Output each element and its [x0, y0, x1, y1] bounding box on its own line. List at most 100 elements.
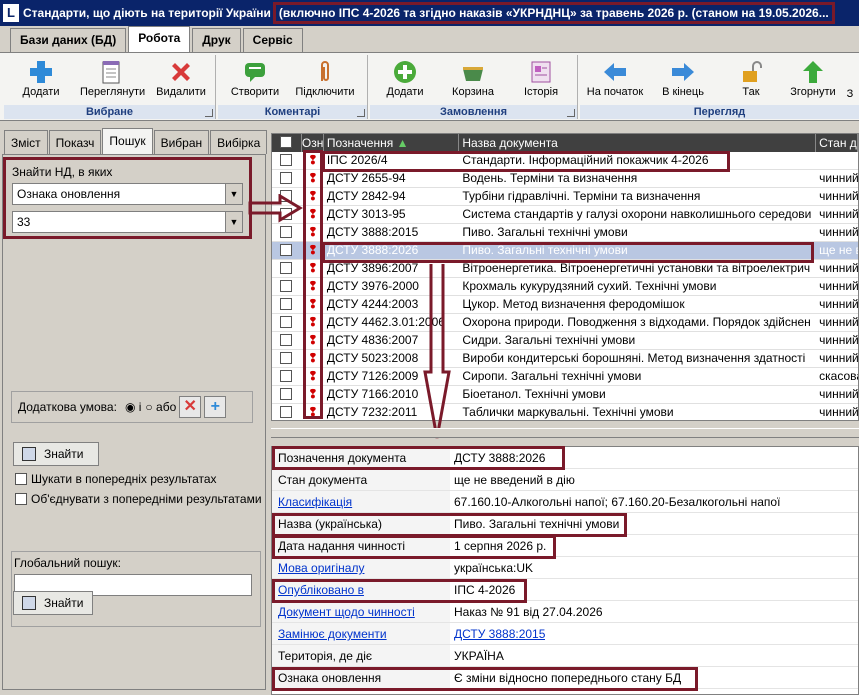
table-row[interactable]: ❢ ДСТУ 7232:2011 Таблички маркувальні. Тех…	[272, 404, 858, 420]
arrow-up-icon	[803, 61, 823, 83]
row-checkbox[interactable]	[272, 278, 302, 295]
table-row[interactable]: ❢ ДСТУ 3888:2015 Пиво. Загальні технічні у…	[272, 224, 858, 242]
table-row[interactable]: ❢ ДСТУ 4462.3.01:2006 Охорона природи. Пов…	[272, 314, 858, 332]
tab-work[interactable]: Робота	[128, 26, 191, 52]
order-cart-button[interactable]: Корзина	[442, 57, 504, 101]
table-row[interactable]: ❢ ДСТУ 2655-94 Водень. Терміни та визначен…	[272, 170, 858, 188]
row-checkbox[interactable]	[272, 368, 302, 385]
order-history-button[interactable]: Історія	[510, 57, 572, 101]
table-row[interactable]: ❢ ДСТУ 7166:2010 Біоетанол. Технічні умови…	[272, 386, 858, 404]
search-panel: Знайти НД, в яких Ознака оновлення ▼ 33 …	[2, 154, 266, 690]
splitter[interactable]	[271, 428, 859, 438]
table-row[interactable]: ❢ ДСТУ 3976-2000 Крохмаль кукурудзяний сух…	[272, 278, 858, 296]
row-checkbox[interactable]	[272, 386, 302, 403]
collapse-button[interactable]: Згорнути	[782, 57, 844, 101]
app-window: L Стандарти, що діють на території Украї…	[0, 0, 859, 695]
order-add-button[interactable]: Додати	[374, 57, 436, 101]
table-row[interactable]: ❢ ДСТУ 3013-95 Система стандартів у галузі…	[272, 206, 858, 224]
plus-icon	[30, 61, 52, 83]
row-name: Пиво. Загальні технічні умови	[462, 225, 628, 239]
fav-delete-button[interactable]: Видалити	[150, 57, 212, 101]
row-checkbox[interactable]	[272, 170, 302, 187]
table-row[interactable]: ❢ ДСТУ 2842-94 Турбіни гідравлічні. Термін…	[272, 188, 858, 206]
row-state: чинний	[819, 333, 858, 347]
global-find-button[interactable]: Знайти	[13, 591, 93, 615]
group-title-view: Перегляд	[580, 105, 859, 119]
tab-indexes[interactable]: Показч	[48, 130, 102, 154]
row-name: Сиропи. Загальні технічні умови	[462, 369, 642, 383]
group-expand-icon[interactable]	[567, 109, 575, 117]
tab-databases[interactable]: Бази даних (БД)	[10, 28, 127, 52]
search-in-results-checkbox[interactable]: Шукати в попередніх результатах	[15, 471, 217, 487]
table-row[interactable]: ❢ ДСТУ 4244:2003 Цукор. Метод визначення ф…	[272, 296, 858, 314]
chevron-down-icon[interactable]: ▼	[225, 212, 242, 232]
group-expand-icon[interactable]	[205, 109, 213, 117]
row-checkbox[interactable]	[272, 314, 302, 331]
row-name: Охорона природи. Поводження з відходами.…	[462, 315, 811, 329]
tab-selection[interactable]: Вибірка	[210, 130, 268, 154]
global-search-label: Глобальний пошук:	[14, 556, 121, 570]
detail-key[interactable]: Мова оригіналу	[272, 557, 450, 578]
row-name: Водень. Терміни та визначення	[462, 171, 638, 185]
detail-key[interactable]: Класифікація	[272, 491, 450, 512]
detail-key[interactable]: Документ щодо чинності	[272, 601, 450, 622]
search-icon	[22, 447, 36, 461]
row-checkbox[interactable]	[272, 260, 302, 277]
table-row[interactable]: ❢ ДСТУ 5023:2008 Вироби кондитерські борош…	[272, 350, 858, 368]
row-checkbox[interactable]	[272, 224, 302, 241]
tab-search[interactable]: Пошук	[102, 128, 153, 154]
header-state[interactable]: Стан до	[816, 134, 858, 152]
ribbon-tabs: Бази даних (БД) Робота Друк Сервіс	[0, 26, 859, 53]
row-state: чинний	[819, 171, 858, 185]
comment-create-button[interactable]: Створити	[224, 57, 286, 101]
radio-or[interactable]: ○ або	[145, 400, 176, 414]
row-checkbox[interactable]	[272, 350, 302, 367]
detail-key[interactable]: Замінює документи	[272, 623, 450, 644]
find-button[interactable]: Знайти	[13, 442, 99, 466]
lock-button[interactable]: Так	[720, 57, 782, 101]
expand-button[interactable]: З	[842, 57, 858, 101]
detail-value: ще не введений в дію	[454, 473, 575, 487]
table-row[interactable]: ❢ ДСТУ 4836:2007 Сидри. Загальні технічні …	[272, 332, 858, 350]
find-label: Знайти НД, в яких	[12, 165, 113, 179]
row-checkbox[interactable]	[272, 404, 302, 420]
fav-view-button[interactable]: Переглянути	[80, 57, 145, 101]
document-details: Позначення документа ДСТУ 3888:2026 Стан д…	[271, 446, 859, 695]
unlock-icon	[743, 61, 762, 82]
detail-row: Замінює документи ДСТУ 3888:2015	[272, 623, 858, 645]
header-name[interactable]: Назва документа	[459, 134, 817, 152]
value-select[interactable]: 33 ▼	[12, 211, 243, 233]
row-checkbox[interactable]	[272, 152, 302, 169]
field-select[interactable]: Ознака оновлення ▼	[12, 183, 243, 205]
header-code[interactable]: Позначення ▲	[324, 134, 460, 152]
detail-key: Територія, де діє	[272, 645, 450, 666]
tab-contents[interactable]: Зміст	[4, 130, 48, 154]
chevron-down-icon[interactable]: ▼	[225, 184, 242, 204]
row-checkbox[interactable]	[272, 296, 302, 313]
add-condition-button[interactable]: +	[204, 396, 227, 418]
row-checkbox[interactable]	[272, 332, 302, 349]
ribbon: Додати Переглянути Видалити Вибране Ство…	[0, 53, 859, 121]
row-state: чинний	[819, 351, 858, 365]
merge-results-checkbox[interactable]: Об'єднувати з попередніми результатами	[15, 491, 262, 507]
table-row[interactable]: ❢ ДСТУ 7126:2009 Сиропи. Загальні технічні…	[272, 368, 858, 386]
tab-favorites[interactable]: Вибран	[153, 130, 210, 154]
arrow-down-annotation-icon	[423, 264, 451, 439]
tab-print[interactable]: Друк	[192, 28, 241, 52]
search-icon	[22, 596, 36, 610]
detail-value[interactable]: ДСТУ 3888:2015	[450, 623, 545, 644]
fav-add-button[interactable]: Додати	[10, 57, 72, 101]
remove-condition-button[interactable]: ✕	[179, 396, 202, 418]
radio-and[interactable]: ◉ і	[125, 400, 141, 414]
tab-service[interactable]: Сервіс	[242, 28, 303, 52]
header-checkbox[interactable]	[272, 134, 302, 152]
comment-attach-button[interactable]: Підключити	[294, 57, 356, 101]
go-end-button[interactable]: В кінець	[652, 57, 714, 101]
detail-highlight-published	[272, 579, 527, 603]
group-expand-icon[interactable]	[357, 109, 365, 117]
row-name: Таблички маркувальні. Технічні умови	[462, 405, 674, 419]
row-checkbox[interactable]	[272, 242, 302, 259]
go-start-button[interactable]: На початок	[580, 57, 650, 101]
detail-highlight-date	[272, 535, 556, 559]
detail-highlight-update	[272, 667, 698, 691]
